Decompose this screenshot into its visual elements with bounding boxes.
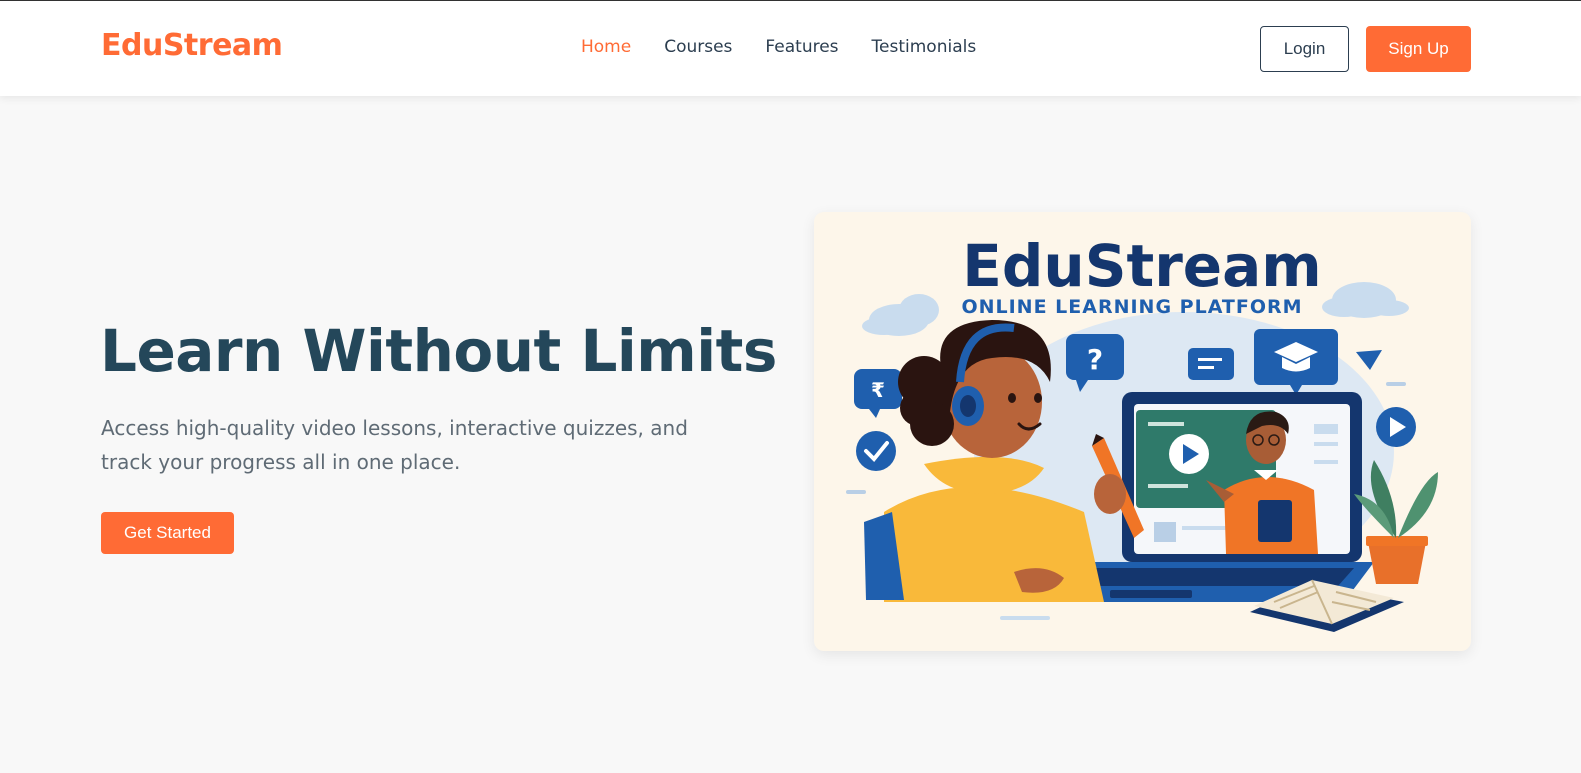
main-nav: Home Courses Features Testimonials [581, 37, 976, 57]
hero-title: Learn Without Limits [100, 317, 777, 385]
hero-subtitle: Access high-quality video lessons, inter… [101, 416, 688, 474]
signup-button[interactable]: Sign Up [1366, 26, 1471, 72]
brand-logo[interactable]: EduStream [101, 28, 283, 63]
login-button[interactable]: Login [1260, 26, 1349, 72]
nav-home[interactable]: Home [581, 37, 631, 57]
illustration-title: EduStream [962, 232, 1321, 300]
cloud-icon [862, 294, 939, 336]
nav-features[interactable]: Features [765, 37, 838, 57]
chat-bubble-icon: ₹ [854, 369, 902, 418]
illustration-svg: EduStream ONLINE LEARNING PLATFORM ₹ ? [846, 232, 1438, 632]
svg-text:₹: ₹ [871, 378, 885, 402]
message-bubble-icon [1188, 348, 1234, 380]
decor-dash [1000, 616, 1050, 620]
illustration-tagline: ONLINE LEARNING PLATFORM [961, 296, 1302, 318]
cloud-icon [1322, 282, 1409, 318]
svg-text:?: ? [1087, 343, 1103, 376]
checkmark-icon [856, 431, 896, 471]
nav-testimonials[interactable]: Testimonials [872, 37, 977, 57]
decor-dash [846, 490, 866, 494]
decor-dash [1386, 382, 1406, 386]
play-circle-icon [1376, 407, 1416, 447]
hero-illustration: EduStream ONLINE LEARNING PLATFORM ₹ ? [814, 212, 1471, 651]
paper-plane-icon [1356, 350, 1382, 370]
get-started-button[interactable]: Get Started [101, 512, 234, 554]
nav-courses[interactable]: Courses [664, 37, 732, 57]
site-header: EduStream Home Courses Features Testimon… [0, 1, 1581, 96]
